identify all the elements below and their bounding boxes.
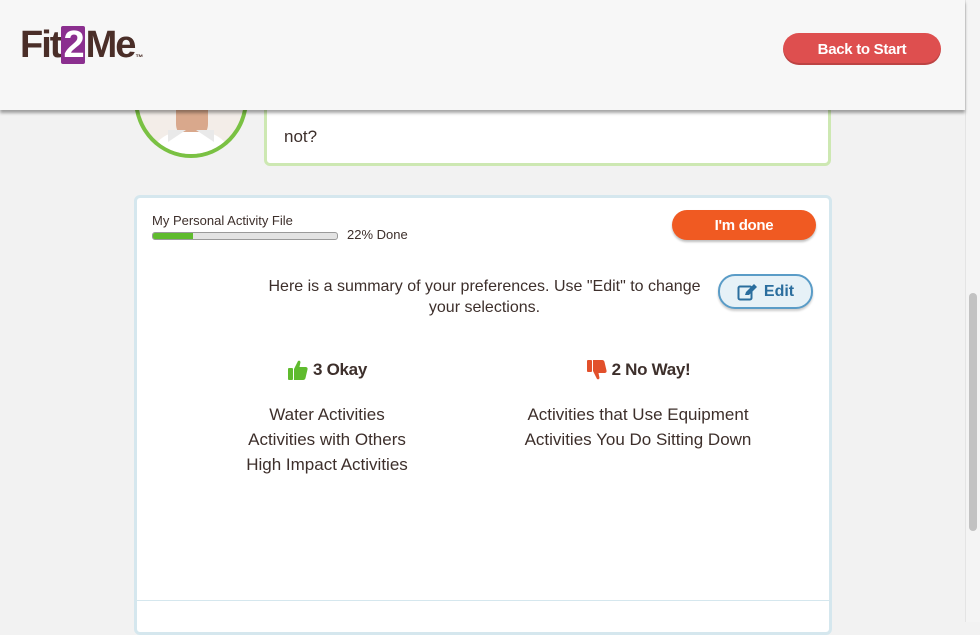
- bubble-text: not?: [284, 127, 318, 146]
- progress-bar-fill: [153, 233, 194, 239]
- avatar-collar-left: [168, 130, 186, 142]
- activity-summary-card: My Personal Activity File 22% Done I'm d…: [134, 195, 832, 635]
- progress-text: 22% Done: [347, 227, 408, 242]
- no-way-heading-text: 2 No Way!: [611, 360, 691, 379]
- okay-item: Activities with Others: [248, 430, 406, 449]
- thumbs-up-icon: [288, 360, 308, 380]
- scrollbar-thumb[interactable]: [969, 293, 977, 531]
- logo-text-fit: Fit: [20, 24, 62, 66]
- progress-bar: [152, 232, 338, 240]
- edit-icon: [737, 283, 757, 300]
- okay-heading: 3 Okay: [227, 358, 427, 382]
- edit-button[interactable]: Edit: [718, 274, 813, 309]
- activity-file-label: My Personal Activity File: [152, 213, 293, 228]
- im-done-button[interactable]: I'm done: [672, 210, 816, 240]
- avatar-shirt: [150, 132, 232, 154]
- no-way-column: 2 No Way! Activities that Use Equipment …: [503, 358, 773, 452]
- no-way-list: Activities that Use Equipment Activities…: [503, 402, 773, 452]
- logo-trademark: ™: [135, 53, 144, 62]
- page-scrollbar[interactable]: [965, 0, 980, 622]
- no-way-item: Activities that Use Equipment: [527, 405, 749, 424]
- logo-text-me: Me: [85, 24, 137, 66]
- okay-item: Water Activities: [269, 405, 385, 424]
- okay-column: 3 Okay Water Activities Activities with …: [227, 358, 427, 477]
- okay-list: Water Activities Activities with Others …: [227, 402, 427, 477]
- edit-button-label: Edit: [763, 282, 795, 300]
- logo-text-2: 2: [61, 24, 85, 66]
- card-divider: [137, 600, 829, 601]
- okay-item: High Impact Activities: [246, 455, 408, 474]
- no-way-heading: 2 No Way!: [503, 358, 773, 382]
- okay-heading-text: 3 Okay: [313, 360, 367, 379]
- no-way-item: Activities You Do Sitting Down: [524, 430, 752, 449]
- thumbs-down-icon: [586, 360, 607, 380]
- back-to-start-button[interactable]: Back to Start: [783, 33, 941, 65]
- app-header: Fit 2 Me ™ Back to Start: [0, 0, 965, 110]
- summary-text: Here is a summary of your preferences. U…: [268, 278, 701, 316]
- avatar-collar-right: [196, 130, 214, 142]
- fit2me-logo[interactable]: Fit 2 Me ™: [20, 26, 143, 64]
